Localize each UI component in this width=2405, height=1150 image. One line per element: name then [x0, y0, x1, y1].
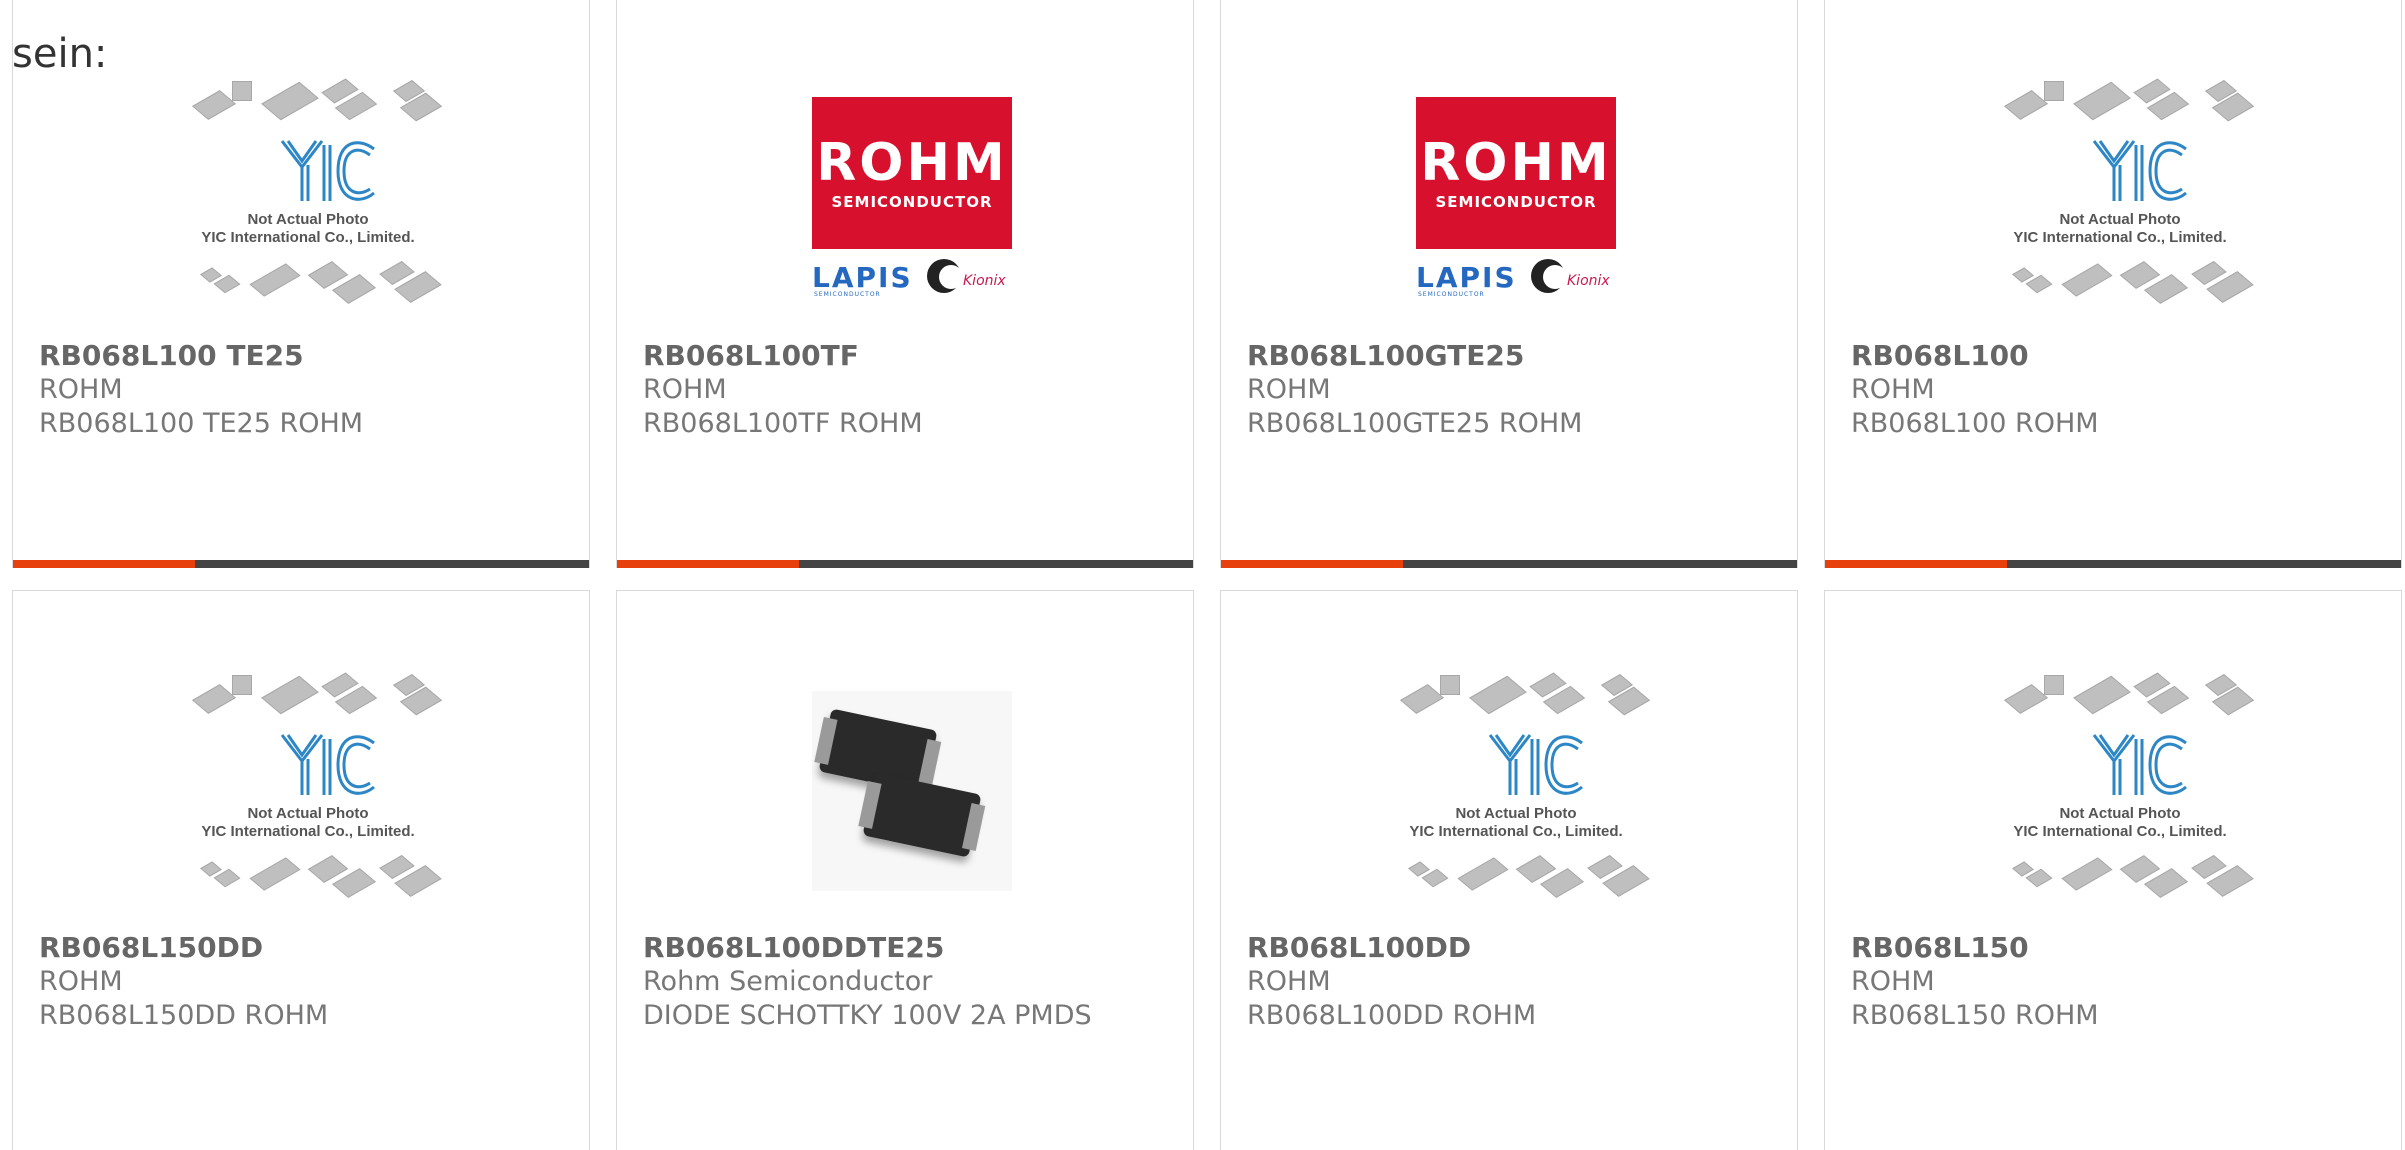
product-part-number[interactable]: RB068L150DD [39, 931, 328, 965]
yic-placeholder-image: Not Actual Photo YIC International Co., … [188, 671, 443, 911]
product-part-number[interactable]: RB068L100GTE25 [1247, 339, 1582, 373]
product-part-number[interactable]: RB068L100DDTE25 [643, 931, 1092, 965]
product-manufacturer: ROHM [1851, 374, 1935, 405]
product-card[interactable]: RB068L100DDTE25 Rohm Semiconductor DIODE… [616, 590, 1194, 1150]
rohm-subtitle: SEMICONDUCTOR [831, 193, 993, 211]
card-accent-bar [1825, 560, 2401, 568]
product-image[interactable]: Not Actual Photo YIC International Co., … [2000, 661, 2255, 921]
product-manufacturer: ROHM [1247, 966, 1331, 997]
product-description: RB068L150DD ROHM [39, 1000, 329, 1031]
product-manufacturer: Rohm Semiconductor [643, 966, 933, 997]
lapis-subtitle: SEMICONDUCTOR [814, 291, 881, 298]
rohm-wordmark: ROHM [816, 133, 1008, 193]
product-card[interactable]: Not Actual Photo YIC International Co., … [1220, 590, 1798, 1150]
rohm-wordmark: ROHM [1420, 133, 1612, 193]
kionix-wordmark: Kionix [1567, 273, 1610, 289]
product-image[interactable]: ROHM SEMICONDUCTOR LAPIS SEMICONDUCTOR K… [1396, 67, 1636, 327]
product-image[interactable]: ROHM SEMICONDUCTOR LAPIS SEMICONDUCTOR K… [792, 67, 1032, 327]
product-image[interactable]: Not Actual Photo YIC International Co., … [188, 67, 443, 327]
yic-logo-icon [280, 140, 375, 201]
placeholder-line2: YIC International Co., Limited. [2013, 823, 2227, 840]
lapis-subtitle: SEMICONDUCTOR [1418, 291, 1485, 298]
product-card[interactable]: Not Actual Photo YIC International Co., … [1824, 0, 2402, 568]
placeholder-line1: Not Actual Photo [247, 805, 369, 822]
product-description: RB068L100TF ROHM [643, 408, 923, 439]
placeholder-line1: Not Actual Photo [1455, 805, 1577, 822]
lapis-wordmark: LAPIS [812, 261, 913, 294]
product-manufacturer: ROHM [1247, 374, 1331, 405]
product-card[interactable]: Not Actual Photo YIC International Co., … [12, 590, 590, 1150]
lapis-wordmark: LAPIS [1416, 261, 1517, 294]
product-description: RB068L100 TE25 ROHM [39, 408, 364, 439]
product-part-number[interactable]: RB068L100 [1851, 339, 2099, 373]
yic-logo-icon [280, 734, 375, 795]
product-description: RB068L150 ROHM [1851, 1000, 2099, 1031]
intro-text: sein: [12, 31, 108, 77]
diode-photo-image [812, 691, 1012, 891]
rohm-logo-image: ROHM SEMICONDUCTOR LAPIS SEMICONDUCTOR K… [1416, 97, 1616, 299]
product-image[interactable]: Not Actual Photo YIC International Co., … [188, 661, 443, 921]
card-accent-bar [1221, 560, 1797, 568]
product-part-number[interactable]: RB068L100TF [643, 339, 923, 373]
yic-logo-icon [2092, 734, 2187, 795]
product-manufacturer: ROHM [643, 374, 727, 405]
yic-placeholder-image: Not Actual Photo YIC International Co., … [188, 77, 443, 317]
rohm-logo-image: ROHM SEMICONDUCTOR LAPIS SEMICONDUCTOR K… [812, 97, 1012, 299]
placeholder-line2: YIC International Co., Limited. [201, 823, 415, 840]
yic-logo-icon [2092, 140, 2187, 201]
product-card[interactable]: ROHM SEMICONDUCTOR LAPIS SEMICONDUCTOR K… [616, 0, 1194, 568]
product-description: RB068L100DD ROHM [1247, 1000, 1537, 1031]
product-manufacturer: ROHM [39, 966, 123, 997]
product-image[interactable] [792, 661, 1032, 921]
product-image[interactable]: Not Actual Photo YIC International Co., … [2000, 67, 2255, 327]
placeholder-line1: Not Actual Photo [2059, 805, 2181, 822]
yic-logo-icon [1488, 734, 1583, 795]
product-manufacturer: ROHM [1851, 966, 1935, 997]
placeholder-line2: YIC International Co., Limited. [1409, 823, 1623, 840]
product-card[interactable]: Not Actual Photo YIC International Co., … [1824, 590, 2402, 1150]
product-description: DIODE SCHOTTKY 100V 2A PMDS [643, 1000, 1092, 1031]
placeholder-line1: Not Actual Photo [247, 211, 369, 228]
rohm-subtitle: SEMICONDUCTOR [1435, 193, 1597, 211]
product-part-number[interactable]: RB068L100 TE25 [39, 339, 363, 373]
product-part-number[interactable]: RB068L150 [1851, 931, 2099, 965]
kionix-logo-icon: Kionix [1531, 259, 1615, 299]
product-manufacturer: ROHM [39, 374, 123, 405]
placeholder-line1: Not Actual Photo [2059, 211, 2181, 228]
card-accent-bar [617, 560, 1193, 568]
placeholder-line2: YIC International Co., Limited. [201, 229, 415, 246]
product-image[interactable]: Not Actual Photo YIC International Co., … [1396, 661, 1651, 921]
product-card[interactable]: Not Actual Photo YIC International Co., … [12, 0, 590, 568]
product-description: RB068L100GTE25 ROHM [1247, 408, 1583, 439]
kionix-wordmark: Kionix [963, 273, 1006, 289]
yic-placeholder-image: Not Actual Photo YIC International Co., … [1396, 671, 1651, 911]
card-accent-bar [13, 560, 589, 568]
yic-placeholder-image: Not Actual Photo YIC International Co., … [2000, 671, 2255, 911]
kionix-logo-icon: Kionix [927, 259, 1011, 299]
placeholder-line2: YIC International Co., Limited. [2013, 229, 2227, 246]
product-card[interactable]: ROHM SEMICONDUCTOR LAPIS SEMICONDUCTOR K… [1220, 0, 1798, 568]
product-part-number[interactable]: RB068L100DD [1247, 931, 1536, 965]
product-description: RB068L100 ROHM [1851, 408, 2099, 439]
yic-placeholder-image: Not Actual Photo YIC International Co., … [2000, 77, 2255, 317]
